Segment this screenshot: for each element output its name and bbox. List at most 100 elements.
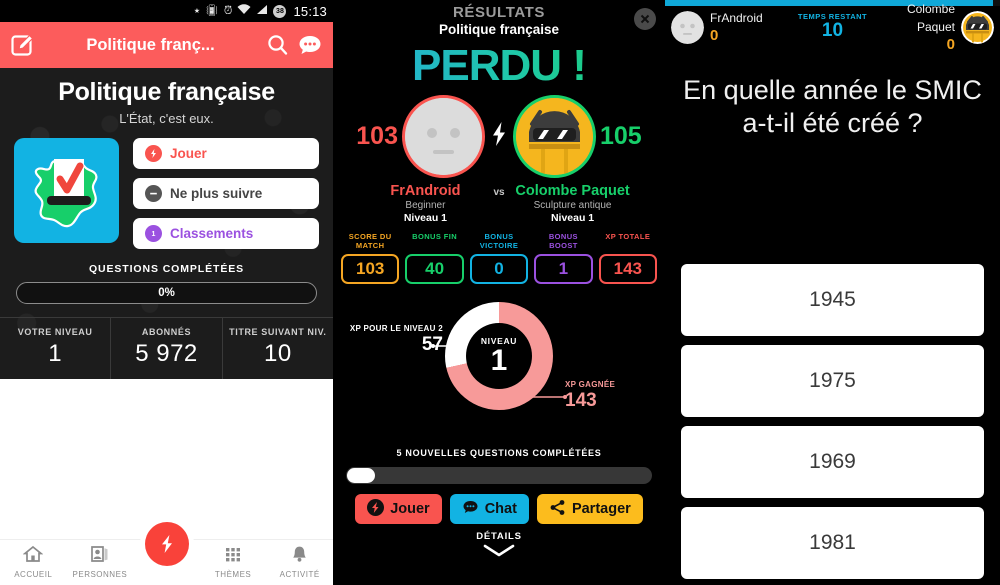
theme-hero: Politique française L'État, c'est eux. J… [0,68,333,379]
score-box-label: XP TOTALE [605,232,651,241]
new-questions-label: 5 NOUVELLES QUESTIONS COMPLÉTÉES [396,448,602,458]
alarm-icon: ⏰︎ [223,4,233,17]
stat-next-title-level: TITRE SUIVANT NIV. 10 [223,318,333,379]
questions-completed-label: QUESTIONS COMPLÉTÉES [88,263,245,275]
stat-value: 5 972 [135,340,198,367]
right-player-name: Colombe Paquet [906,2,955,34]
right-player-hud: Colombe Paquet 0 [878,0,955,54]
level-progress-chart: XP POUR LE NIVEAU 2 57 NIVEAU 1 XP GAGNÉ… [333,296,665,444]
slider-knob[interactable] [347,468,375,483]
stats-row: VOTRE NIVEAU 1 ABONNÉS 5 972 TITRE SUIVA… [0,317,333,379]
play-button[interactable]: Jouer [133,138,319,169]
rosette-icon: 1 [145,225,162,242]
bolt-icon [491,121,507,153]
panel-question: FrAndroid 0 TEMPS RESTANT 10 Colombe Paq… [665,0,1000,585]
xp-to-next-level-annotation: XP POUR LE NIVEAU 2 57 [341,324,443,356]
questions-slider[interactable] [346,467,652,484]
duel-row: 103 105 [333,95,665,178]
avatar [961,10,994,44]
status-bar: ⭑︎ 📳︎ ⏰︎ 38 15:13 [0,0,333,22]
chat-button-label: Chat [484,501,517,517]
left-player-hud: FrAndroid 0 [710,9,788,45]
theme-action-buttons: Jouer Ne plus suivre 1 Classements [133,138,319,249]
answer-option[interactable]: 1969 [681,426,984,498]
sidebar-item-themes[interactable]: THÈMES [200,545,267,579]
leaderboards-button[interactable]: 1 Classements [133,218,319,249]
results-subject: Politique française [438,22,560,37]
left-player-name[interactable]: FrAndroid [366,183,484,199]
signal-icon [256,4,268,18]
app-bar: Politique franç... [0,22,333,68]
answer-option[interactable]: 1981 [681,507,984,579]
questions-completed-bar: 0% [16,282,317,304]
left-score: 103 [356,122,398,150]
chat-button[interactable]: Chat [449,494,529,524]
share-button-label: Partager [571,501,631,517]
left-player-block: FrAndroid Beginner Niveau 1 [366,183,484,224]
theme-title: Politique française [58,78,275,106]
answer-option[interactable]: 1945 [681,264,984,336]
chevron-down-icon [333,544,665,562]
bolt-fab-icon[interactable] [144,522,189,566]
search-icon[interactable] [265,32,291,58]
score-breakdown: SCORE DU MATCH 103 BONUS FIN 40 BONUS VI… [333,232,665,284]
sidebar-item-accueil[interactable]: ACCUEIL [0,545,67,579]
outcome-text: PERDU ! [333,41,665,91]
stat-followers: ABONNÉS 5 972 [111,318,223,379]
share-icon [549,499,566,520]
left-player-title: Beginner [405,200,446,211]
left-player-level: Niveau 1 [403,212,448,224]
sidebar-item-activite[interactable]: ACTIVITÉ [266,545,333,579]
play-button-label: Jouer [390,501,430,517]
stat-your-level: VOTRE NIVEAU 1 [0,318,112,379]
chat-icon[interactable] [297,32,323,58]
question-text: En quelle année le SMIC a-t-il été créé … [683,75,982,138]
score-box-label: BONUS VICTOIRE [479,232,519,251]
results-header: RÉSULTATS Politique française [333,0,665,37]
annotation-value: 57 [341,334,443,356]
score-box-value: 0 [469,254,529,284]
details-expander[interactable]: DÉTAILS [333,531,665,562]
minus-icon [145,185,162,202]
sidebar-item-personnes[interactable]: PERSONNES [67,545,134,579]
annotation-value: 143 [565,390,597,411]
grid-icon [224,548,242,567]
annotation-label: XP GAGNÉE [565,380,616,389]
score-box-value: 143 [598,254,658,284]
details-label: DÉTAILS [476,531,522,542]
close-icon[interactable] [634,8,656,30]
score-box-value: 1 [534,254,593,284]
bluetooth-icon: ⭑︎ [193,4,200,17]
stat-label: ABONNÉS [141,327,192,337]
stat-value: 1 [48,340,63,367]
answer-options: 1945 1975 1969 1981 [665,264,1000,585]
score-box-bonus-boost: BONUS BOOST 1 [534,232,593,284]
avatar [513,95,596,178]
theme-subtitle: L'État, c'est eux. [119,111,214,126]
battery-indicator: 38 [273,4,287,18]
unfollow-button[interactable]: Ne plus suivre [133,178,319,209]
screenshot-root: ⭑︎ 📳︎ ⏰︎ 38 15:13 Politique franç... Pol… [0,0,1000,585]
panel-app-home: ⭑︎ 📳︎ ⏰︎ 38 15:13 Politique franç... Pol… [0,0,333,585]
avatar [402,95,485,178]
wifi-icon [237,4,251,18]
score-box-label: SCORE DU MATCH [348,232,392,251]
score-box-label: BONUS FIN [412,232,458,241]
stat-label: VOTRE NIVEAU [17,327,93,337]
right-player-name[interactable]: Colombe Paquet [514,183,632,199]
answer-option[interactable]: 1975 [681,345,984,417]
edit-icon[interactable] [10,32,36,58]
play-button[interactable]: Jouer [355,494,442,524]
bell-icon [291,546,308,567]
annotation-label: XP POUR LE NIVEAU 2 [349,324,443,333]
people-icon [89,546,110,567]
score-box-bonus-fin: BONUS FIN 40 [405,232,464,284]
sidebar-item-label: ACCUEIL [14,570,53,579]
home-icon [22,545,44,567]
clock: 15:13 [293,3,327,19]
right-player-title: Sculpture antique [533,200,612,211]
stat-value: 10 [263,340,292,367]
share-button[interactable]: Partager [536,494,643,524]
right-player-score: 0 [946,36,955,53]
bolt-icon [367,498,385,520]
